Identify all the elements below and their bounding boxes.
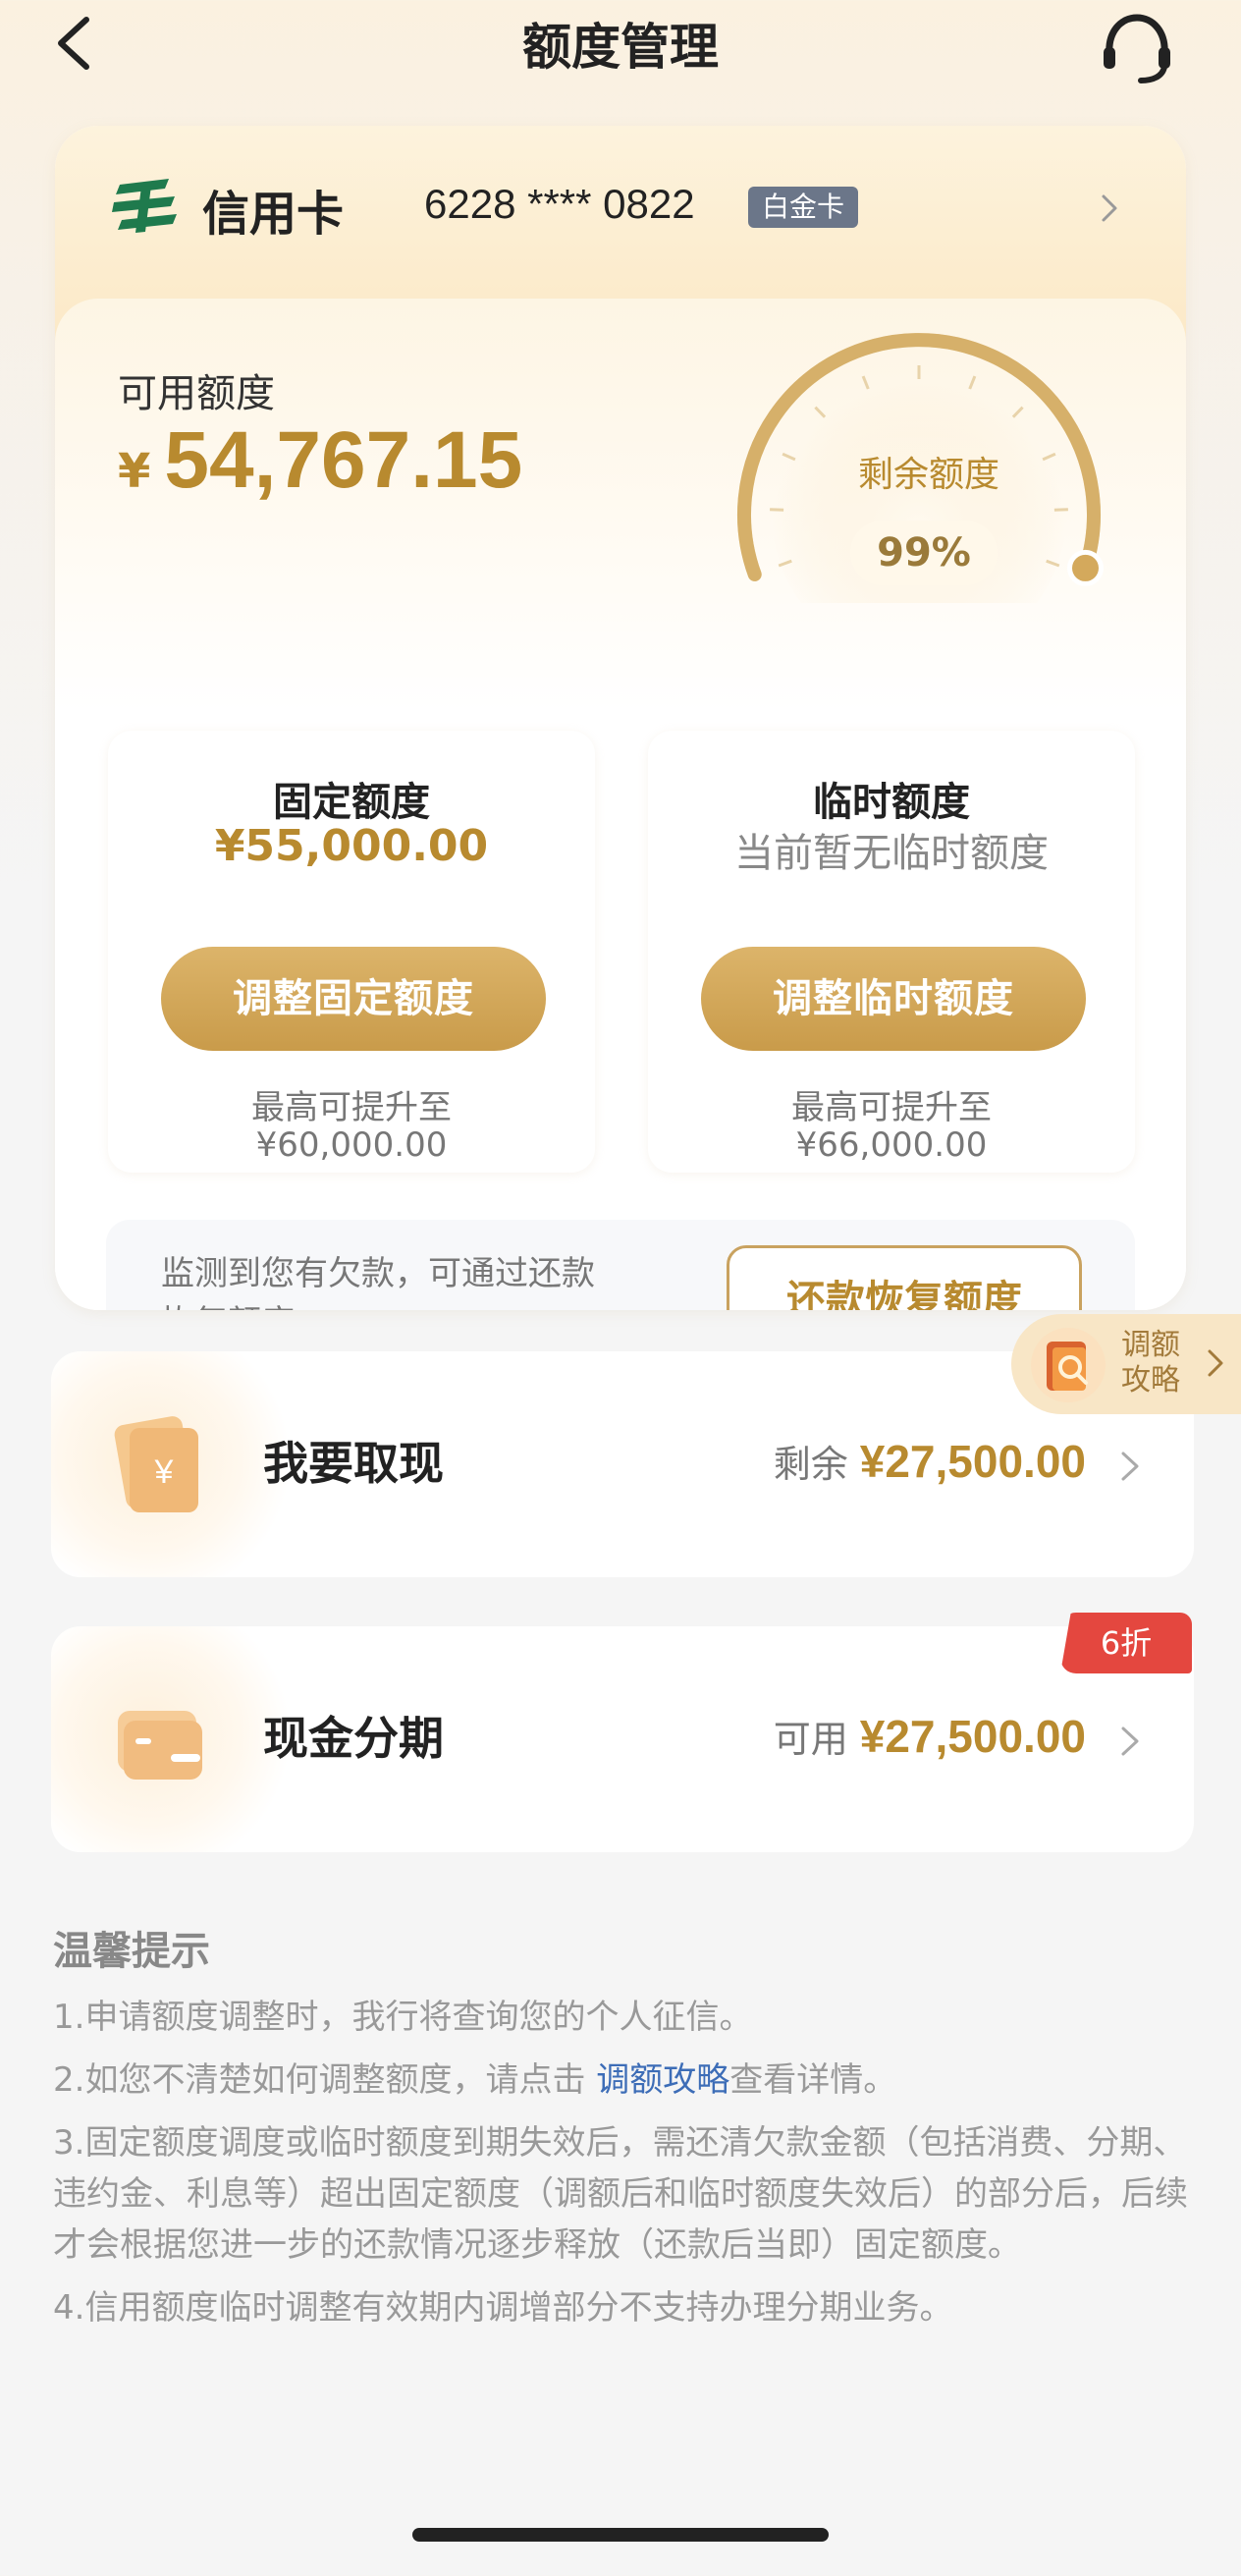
- quota-guide-label: 调额攻略: [1121, 1328, 1180, 1398]
- gauge-label: 剩余额度: [857, 455, 999, 495]
- card-level-badge: 白金卡: [748, 187, 859, 228]
- temp-quota-title: 临时额度: [813, 780, 970, 825]
- fixed-max-label: 最高可提升至: [251, 1088, 452, 1127]
- temp-max-label: 最高可提升至: [791, 1088, 992, 1127]
- fixed-quota-box: 固定额度 ¥55,000.00 调整固定额度 最高可提升至 ¥60,000.00: [108, 731, 595, 1173]
- gauge-knob: [1067, 549, 1104, 586]
- card-number: 6228 **** 0822: [424, 181, 695, 227]
- currency-symbol: ¥: [118, 444, 151, 499]
- fixed-quota-title: 固定额度: [273, 780, 430, 825]
- quota-main-card: 信用卡 6228 **** 0822 白金卡 可用额度 ¥54,767.15 剩…: [55, 126, 1186, 1310]
- fixed-max-value: ¥60,000.00: [255, 1125, 448, 1165]
- tip-item: 4.信用额度临时调整有效期内调增部分不支持办理分期业务。: [53, 2288, 953, 2328]
- cash-withdrawal-title: 我要取现: [263, 1437, 444, 1490]
- chevron-right-icon: [1121, 1726, 1139, 1756]
- tips-title: 温馨提示: [53, 1929, 210, 1974]
- cash-remaining-prefix: 剩余: [773, 1443, 848, 1486]
- repay-restore-button[interactable]: 还款恢复额度: [727, 1245, 1082, 1310]
- debt-notice: 监测到您有欠款，可通过还款恢复额度。 还款恢复额度: [106, 1220, 1135, 1310]
- available-quota-amount: ¥54,767.15: [118, 414, 522, 507]
- gauge-tick: [770, 508, 784, 512]
- gauge-tick: [1053, 508, 1068, 512]
- tip-item: 1.申请额度调整时，我行将查询您的个人征信。: [53, 1998, 753, 2037]
- cash-installment-title: 现金分期: [263, 1712, 444, 1765]
- cash-remaining: 剩余 ¥27,500.00: [774, 1434, 1086, 1488]
- cash-installment-row[interactable]: 现金分期 可用 ¥27,500.00: [51, 1626, 1194, 1852]
- chevron-right-icon: [1121, 1452, 1139, 1481]
- chevron-right-icon: [1102, 194, 1117, 222]
- tip-item: 2.如您不清楚如何调整额度，请点击 调额攻略查看详情。: [53, 2060, 897, 2100]
- chevron-right-icon: [1208, 1349, 1223, 1377]
- home-indicator: [412, 2528, 829, 2542]
- adjust-temp-quota-button[interactable]: 调整临时额度: [701, 947, 1086, 1051]
- tips-section: 温馨提示 1.申请额度调整时，我行将查询您的个人征信。 2.如您不清楚如何调整额…: [53, 1919, 1192, 2345]
- cash-card-icon: ¥: [114, 1416, 198, 1512]
- temp-quota-value: 当前暂无临时额度: [734, 831, 1049, 876]
- quota-guide-link[interactable]: 调额攻略: [596, 2060, 729, 2100]
- quota-panel: 可用额度 ¥54,767.15 剩余额度 99% 固定额度 ¥55,000.00…: [55, 299, 1186, 1310]
- installment-available-prefix: 可用: [773, 1718, 848, 1761]
- debt-notice-text: 监测到您有欠款，可通过还款恢复额度。: [161, 1254, 595, 1310]
- temp-quota-box: 临时额度 当前暂无临时额度 调整临时额度 最高可提升至 ¥66,000.00: [648, 731, 1135, 1173]
- tip-item: 3.固定额度调度或临时额度到期失效后，需还清欠款金额（包括消费、分期、违约金、利…: [53, 2123, 1188, 2265]
- discount-badge: 6折: [1060, 1613, 1192, 1673]
- wallet-icon: [118, 1711, 202, 1780]
- card-selector[interactable]: 信用卡 6228 **** 0822 白金卡: [112, 173, 1153, 244]
- page-title: 额度管理: [522, 19, 719, 76]
- quota-guide-button[interactable]: 调额攻略: [1011, 1314, 1241, 1414]
- available-quota-label: 可用额度: [118, 371, 275, 416]
- customer-service-button[interactable]: [1098, 12, 1176, 84]
- available-amount-value: 54,767.15: [164, 415, 523, 505]
- cash-remaining-amount: ¥27,500.00: [859, 1436, 1086, 1487]
- card-type-label: 信用卡: [202, 187, 345, 242]
- gauge-percent: 99%: [850, 521, 998, 585]
- guide-book-icon: [1031, 1328, 1106, 1402]
- installment-available-amount: ¥27,500.00: [859, 1711, 1086, 1762]
- svg-text:¥: ¥: [154, 1453, 174, 1491]
- adjust-fixed-quota-button[interactable]: 调整固定额度: [161, 947, 546, 1051]
- installment-available: 可用 ¥27,500.00: [774, 1709, 1086, 1763]
- top-nav-bar: 额度管理: [0, 0, 1241, 88]
- postal-bank-logo: [112, 179, 177, 233]
- fixed-quota-value: ¥55,000.00: [214, 821, 489, 871]
- temp-max-value: ¥66,000.00: [795, 1125, 988, 1165]
- headset-icon: [1104, 14, 1170, 83]
